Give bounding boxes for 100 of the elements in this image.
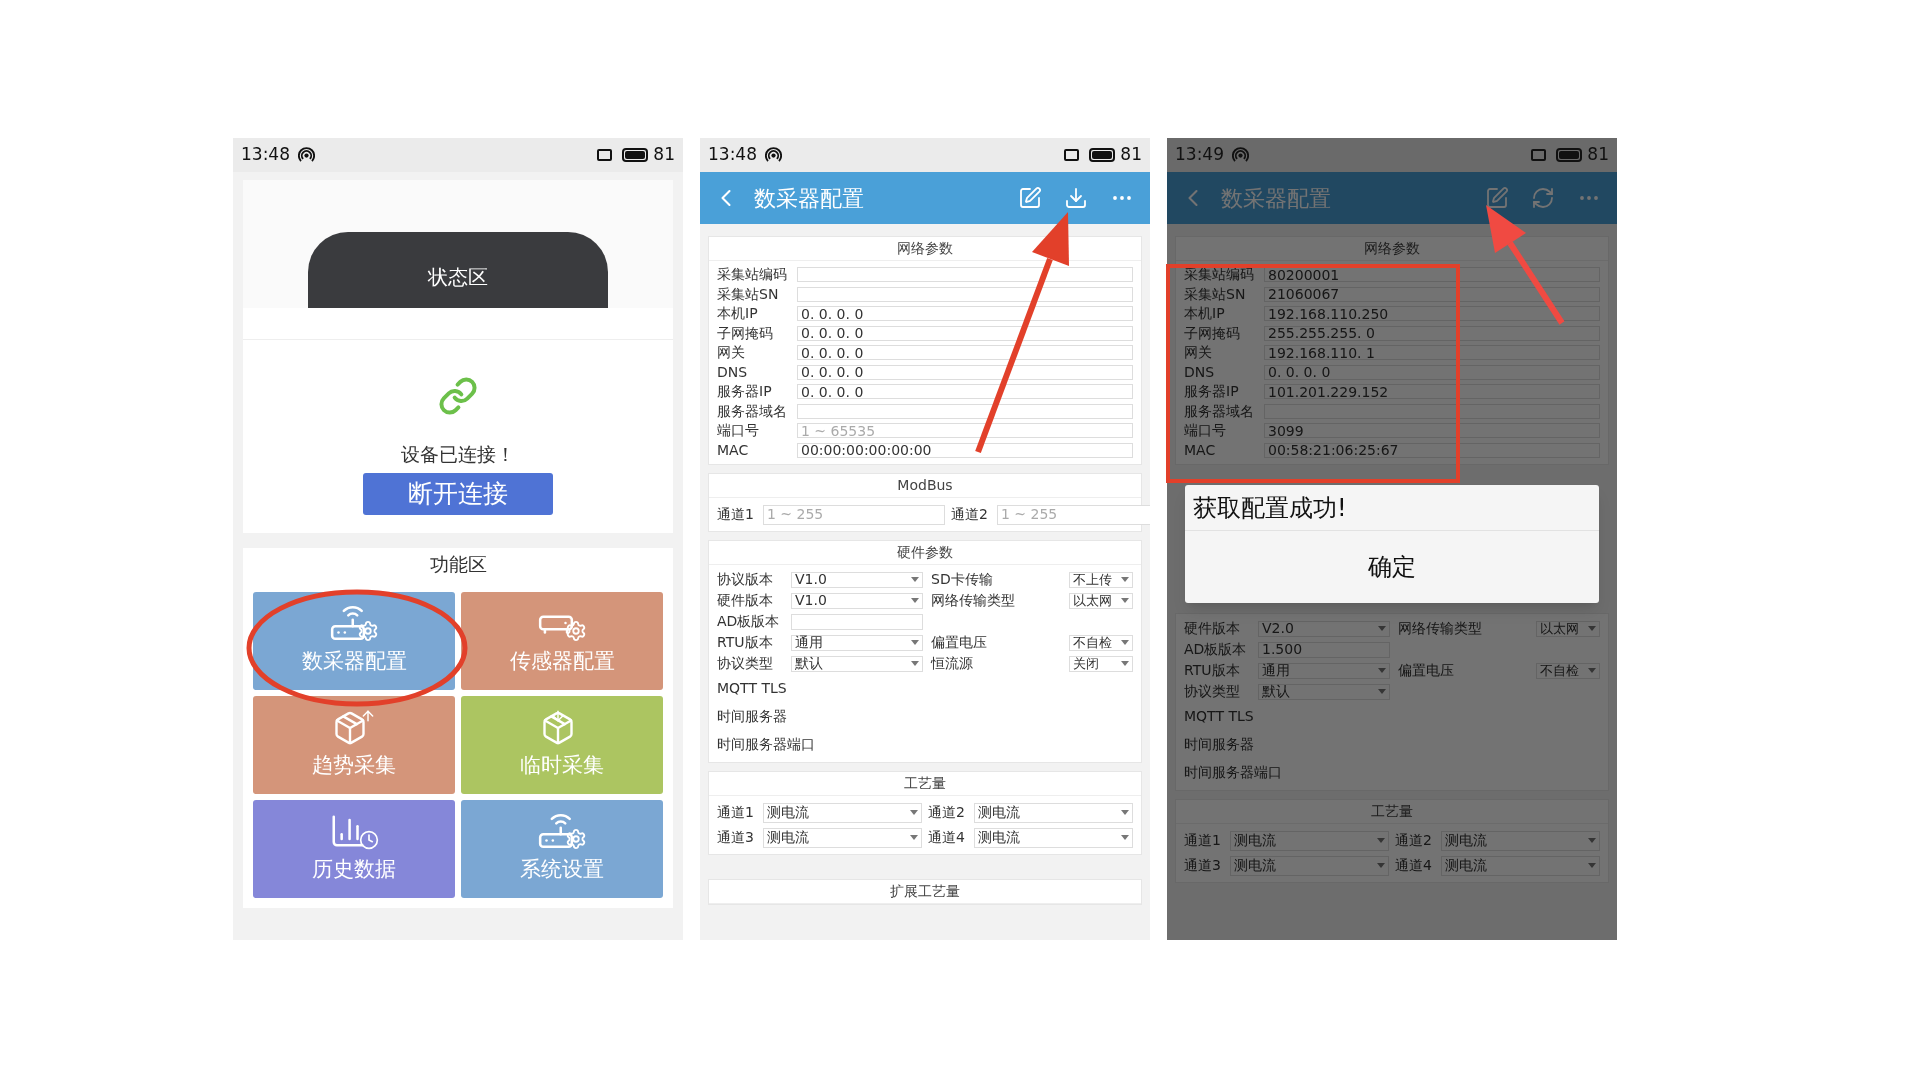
caret-icon: [1121, 640, 1129, 645]
caret-icon: [1121, 598, 1129, 603]
input-field[interactable]: 0. 0. 0. 0: [797, 345, 1133, 361]
dropdown[interactable]: 通用: [791, 634, 923, 651]
page-title: 数采器配置: [754, 184, 864, 213]
dropdown[interactable]: 关闭: [1069, 655, 1133, 672]
field-label: 偏置电压: [1398, 661, 1455, 680]
dropdown[interactable]: 测电流: [763, 802, 922, 823]
dropdown[interactable]: 测电流: [974, 802, 1133, 823]
field-label: 本机IP: [1184, 304, 1226, 324]
field-label: 协议类型: [1184, 682, 1241, 701]
input-field[interactable]: 3099: [1264, 423, 1600, 439]
link-icon: [438, 376, 478, 416]
function-tile[interactable]: 历史数据: [253, 800, 455, 898]
dropdown[interactable]: 不上传: [1069, 571, 1133, 588]
option-label: 时间服务器: [1184, 734, 1254, 754]
field-label: SD卡传输: [931, 570, 994, 589]
input-field[interactable]: 00:00:00:00:00:00: [797, 442, 1133, 458]
field-label: 服务器IP: [1184, 382, 1240, 402]
dropdown[interactable]: 测电流: [763, 827, 922, 848]
dropdown[interactable]: 以太网: [1536, 620, 1600, 637]
caret-icon: [1378, 689, 1386, 694]
input-field[interactable]: 1 ~ 255: [997, 504, 1150, 525]
option-label: 时间服务器端口: [717, 734, 815, 754]
field-label: 硬件版本: [1184, 619, 1241, 638]
battery-level: 81: [653, 143, 675, 167]
dropdown[interactable]: 默认: [791, 655, 923, 672]
dropdown[interactable]: 不自检: [1069, 634, 1133, 651]
field-label: 网关: [717, 343, 746, 363]
field-label: 网络传输类型: [1398, 619, 1483, 638]
input-field[interactable]: 192.168.110.250: [1264, 306, 1600, 322]
caret-icon: [1378, 668, 1386, 673]
edit-icon[interactable]: [1485, 186, 1509, 210]
field-label: 硬件版本: [717, 591, 774, 610]
refresh-icon[interactable]: [1531, 186, 1555, 210]
channel-label: 通道2: [1395, 831, 1433, 850]
dropdown[interactable]: V1.0: [791, 592, 923, 609]
router-gear-icon: [329, 604, 379, 643]
input-field[interactable]: 0. 0. 0. 0: [797, 325, 1133, 341]
dropdown[interactable]: 测电流: [1441, 830, 1600, 851]
field-label: DNS: [717, 362, 749, 382]
section-title: 硬件参数: [709, 541, 1141, 565]
channel-label: 通道2: [928, 803, 966, 822]
function-tile[interactable]: 传感器配置: [461, 592, 663, 690]
screen-rotation-icon: [1064, 149, 1080, 161]
input-field[interactable]: 0. 0. 0. 0: [1264, 364, 1600, 380]
function-tile[interactable]: 系统设置: [461, 800, 663, 898]
field-label: 网关: [1184, 343, 1213, 363]
channel-label: 通道4: [1395, 856, 1433, 875]
input-field[interactable]: 21060067: [1264, 286, 1600, 302]
dropdown[interactable]: V2.0: [1258, 620, 1390, 637]
caret-icon: [910, 835, 918, 840]
dropdown[interactable]: 默认: [1258, 683, 1390, 700]
input-field[interactable]: 00:58:21:06:25:67: [1264, 442, 1600, 458]
input-field[interactable]: 101.201.229.152: [1264, 384, 1600, 400]
download-icon[interactable]: [1064, 186, 1088, 210]
input-field[interactable]: 255.255.255. 0: [1264, 325, 1600, 341]
input-field[interactable]: 1.500: [1258, 641, 1390, 658]
dropdown[interactable]: 不自检: [1536, 662, 1600, 679]
caret-icon: [1377, 838, 1385, 843]
field-label: 网络传输类型: [931, 591, 1016, 610]
dropdown[interactable]: 测电流: [1230, 830, 1389, 851]
function-area-title: 功能区: [243, 548, 673, 580]
caret-icon: [910, 810, 918, 815]
input-field[interactable]: 1 ~ 65535: [797, 423, 1133, 439]
input-field[interactable]: [797, 286, 1133, 302]
option-label: MQTT TLS: [1184, 706, 1254, 726]
dropdown[interactable]: 通用: [1258, 662, 1390, 679]
input-field[interactable]: [1264, 403, 1600, 419]
input-field[interactable]: 192.168.110. 1: [1264, 345, 1600, 361]
disconnect-button[interactable]: 断开连接: [363, 472, 553, 515]
dropdown[interactable]: 测电流: [1441, 855, 1600, 876]
input-field[interactable]: 0. 0. 0. 0: [797, 364, 1133, 380]
function-tile[interactable]: 数采器配置: [253, 592, 455, 690]
dropdown[interactable]: V1.0: [791, 571, 923, 588]
input-field[interactable]: [791, 613, 923, 630]
confirm-button[interactable]: 确定: [1185, 531, 1599, 603]
input-field[interactable]: [797, 267, 1133, 283]
input-field[interactable]: 1 ~ 255: [763, 504, 945, 525]
status-area-title: 状态区: [428, 264, 488, 291]
caret-icon: [1588, 863, 1596, 868]
field-label: 采集站SN: [1184, 284, 1247, 304]
hotspot-icon: [1232, 146, 1249, 164]
channel-label: 通道1: [717, 803, 755, 822]
battery-icon: [1089, 148, 1116, 162]
input-field[interactable]: [797, 403, 1133, 419]
dropdown[interactable]: 以太网: [1069, 592, 1133, 609]
field-label: MAC: [717, 440, 750, 460]
channel-label: 通道1: [1184, 831, 1222, 850]
caret-icon: [1121, 577, 1129, 582]
connection-message: 设备已连接！: [401, 442, 515, 467]
field-label: 服务器IP: [717, 382, 773, 402]
field-label: RTU版本: [1184, 661, 1241, 680]
caret-icon: [1588, 668, 1596, 673]
dropdown[interactable]: 测电流: [974, 827, 1133, 848]
function-tile[interactable]: 趋势采集: [253, 696, 455, 794]
edit-icon[interactable]: [1018, 186, 1042, 210]
dropdown[interactable]: 测电流: [1230, 855, 1389, 876]
input-field[interactable]: 0. 0. 0. 0: [797, 384, 1133, 400]
input-field[interactable]: 0. 0. 0. 0: [797, 306, 1133, 322]
